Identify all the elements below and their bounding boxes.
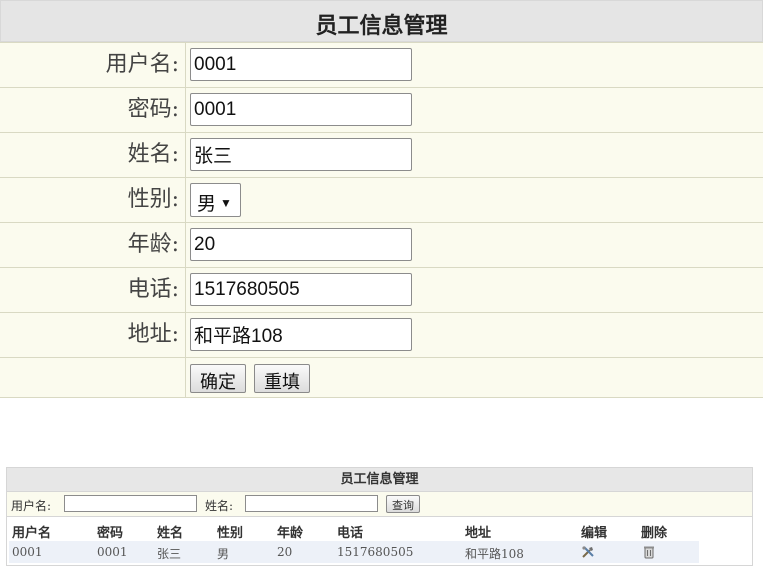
edit-tools-icon[interactable] — [581, 545, 595, 559]
form-row-gender: 性别: 男 ▼ — [0, 177, 763, 222]
phone-input[interactable] — [190, 273, 412, 306]
col-phone: 电话 — [337, 526, 364, 541]
search-name-input[interactable] — [245, 495, 378, 512]
form-bottom-border — [0, 397, 763, 398]
search-name-label: 姓名: — [205, 499, 234, 513]
username-label: 用户名: — [0, 43, 186, 87]
cell-address: 和平路108 — [465, 547, 524, 561]
cell-gender: 男 — [217, 547, 230, 561]
col-address: 地址 — [465, 526, 492, 541]
form-row-name: 姓名: — [0, 132, 763, 177]
chevron-down-icon: ▼ — [220, 196, 232, 210]
gender-select[interactable]: 男 ▼ — [190, 183, 241, 217]
search-bar: 用户名: 姓名: 查询 — [7, 492, 752, 517]
search-username-input[interactable] — [64, 495, 197, 512]
form-row-buttons: 确定 重填 — [0, 357, 763, 398]
gender-label: 性别: — [0, 178, 186, 222]
address-input[interactable] — [190, 318, 412, 351]
age-label: 年龄: — [0, 223, 186, 267]
query-button[interactable]: 查询 — [386, 495, 420, 513]
form-row-phone: 电话: — [0, 267, 763, 312]
col-gender: 性别 — [217, 526, 244, 541]
phone-label: 电话: — [0, 268, 186, 312]
form-row-password: 密码: — [0, 87, 763, 132]
cell-age: 20 — [277, 545, 293, 559]
table-row: 0001 0001 张三 男 20 1517680505 和平路108 — [9, 541, 699, 563]
form-title: 员工信息管理 — [0, 0, 763, 42]
list-title: 员工信息管理 — [7, 468, 752, 492]
trash-icon[interactable] — [643, 545, 655, 559]
cell-phone: 1517680505 — [337, 545, 414, 559]
col-name: 姓名 — [157, 526, 184, 541]
col-delete: 删除 — [641, 526, 668, 541]
password-label: 密码: — [0, 88, 186, 132]
gender-select-value: 男 — [197, 194, 217, 215]
form-row-age: 年龄: — [0, 222, 763, 267]
username-input[interactable] — [190, 48, 412, 81]
password-input[interactable] — [190, 93, 412, 126]
form-row-address: 地址: — [0, 312, 763, 357]
col-password: 密码 — [97, 526, 124, 541]
cell-username: 0001 — [12, 545, 43, 559]
reset-button[interactable]: 重填 — [254, 364, 310, 393]
buttons-label-cell — [0, 358, 186, 398]
table-header: 用户名 密码 姓名 性别 年龄 电话 地址 编辑 删除 — [7, 517, 752, 541]
name-label: 姓名: — [0, 133, 186, 177]
search-username-label: 用户名: — [11, 499, 52, 513]
name-input[interactable] — [190, 138, 412, 171]
employee-list-panel: 员工信息管理 用户名: 姓名: 查询 用户名 密码 姓名 性别 年龄 电话 地址… — [6, 467, 753, 566]
confirm-button[interactable]: 确定 — [190, 364, 246, 393]
address-label: 地址: — [0, 313, 186, 357]
cell-name: 张三 — [157, 547, 182, 561]
form-row-username: 用户名: — [0, 42, 763, 87]
col-username: 用户名 — [12, 526, 52, 541]
age-input[interactable] — [190, 228, 412, 261]
cell-password: 0001 — [97, 545, 128, 559]
col-age: 年龄 — [277, 526, 304, 541]
col-edit: 编辑 — [581, 526, 608, 541]
